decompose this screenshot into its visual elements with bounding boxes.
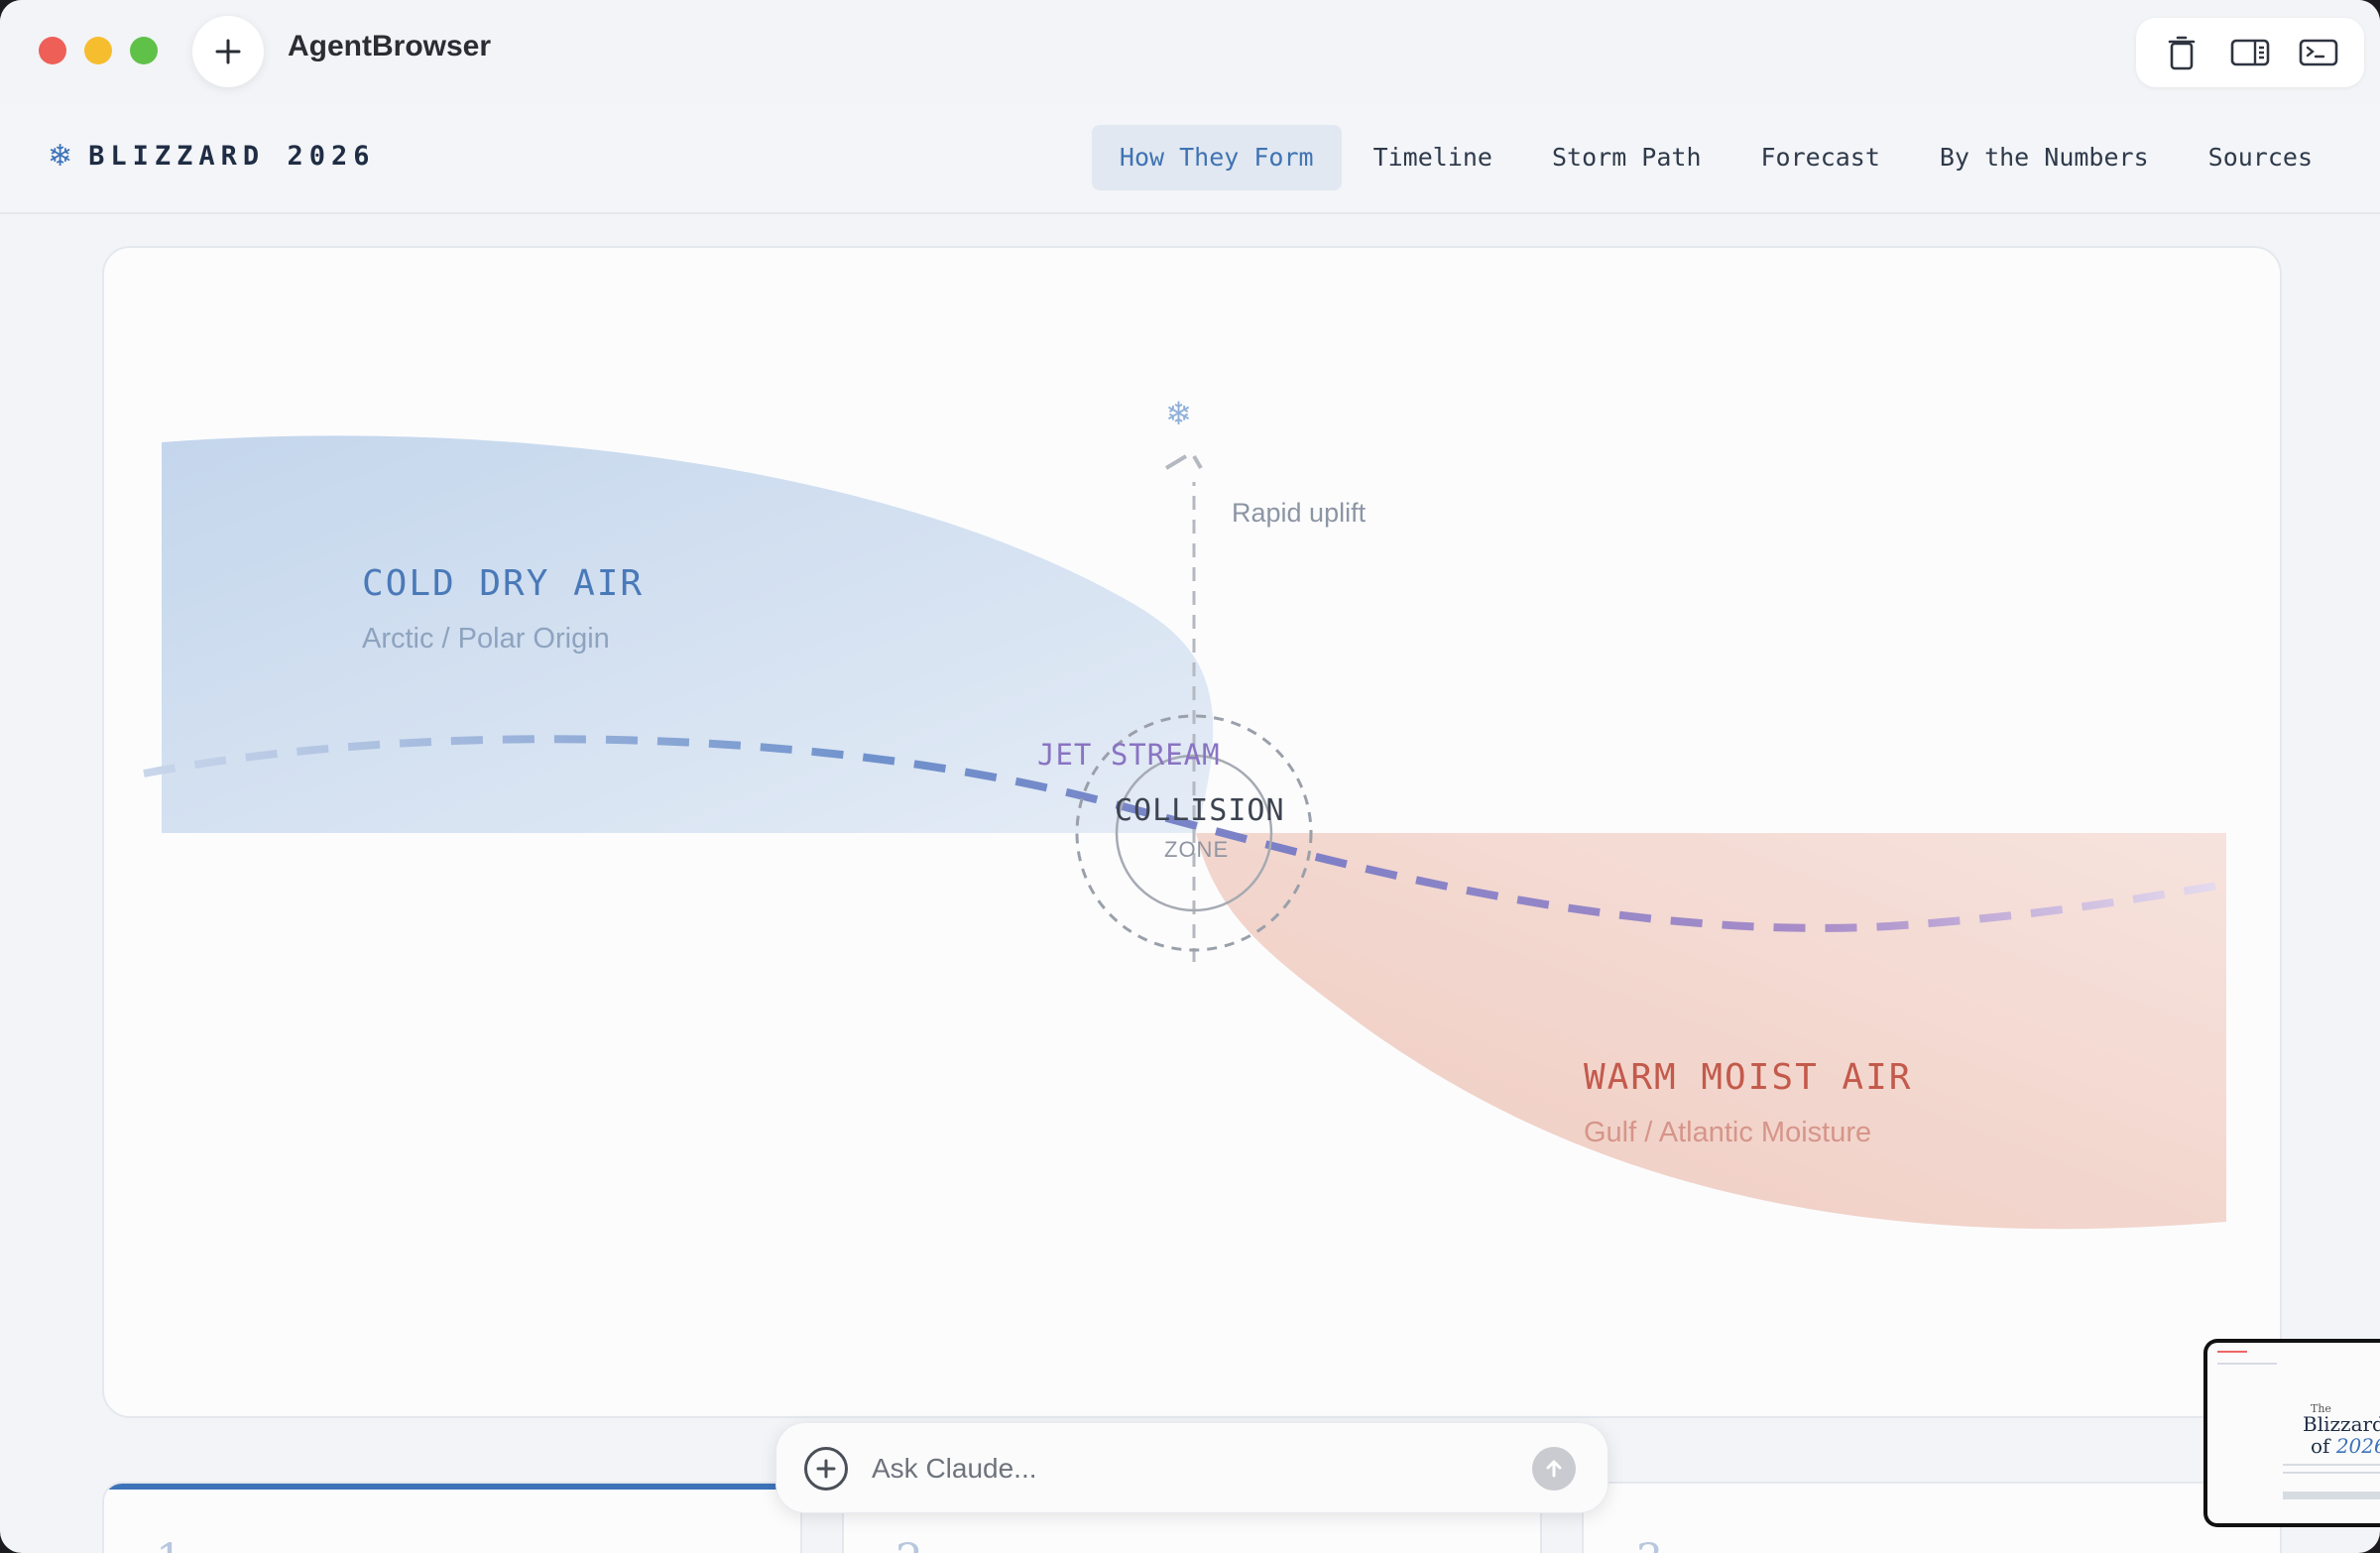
thumbnail-title-of: of (2311, 1434, 2336, 1458)
step-number: 1 (156, 1535, 183, 1553)
page-thumbnail-preview[interactable]: The Blizzard of 2026 (2203, 1339, 2380, 1527)
brand-name: BLIZZARD 2026 (88, 141, 376, 172)
cold-air-title: COLD DRY AIR (362, 563, 645, 604)
warm-air-title: WARM MOIST AIR (1584, 1057, 1913, 1098)
plus-icon (816, 1459, 836, 1479)
arrow-up-icon (1546, 1460, 1562, 1478)
step-card-1: 1 (102, 1482, 802, 1553)
thumbnail-title-line-3: of 2026 (2311, 1434, 2380, 1458)
thumbnail-text-line (2283, 1472, 2380, 1474)
attach-button[interactable] (804, 1447, 848, 1491)
zone-label: ZONE (1164, 837, 1230, 862)
maximize-window-button[interactable] (130, 37, 158, 64)
terminal-button[interactable] (2297, 31, 2340, 74)
nav-forecast[interactable]: Forecast (1733, 125, 1908, 190)
site-brand[interactable]: ❄ BLIZZARD 2026 (48, 139, 375, 174)
step-card-3: 3 (1582, 1482, 2282, 1553)
thumbnail-page: The Blizzard of 2026 (2207, 1343, 2380, 1523)
sidebar-icon (2230, 39, 2270, 66)
sidebar-toggle-button[interactable] (2228, 31, 2272, 74)
step-number: 3 (1635, 1535, 1663, 1553)
thumbnail-stats (2283, 1492, 2380, 1499)
plus-icon (215, 39, 241, 64)
nav-how-they-form[interactable]: How They Form (1091, 125, 1342, 190)
delete-button[interactable] (2160, 31, 2203, 74)
collision-label: COLLISION (1115, 793, 1285, 828)
thumbnail-text-line (2283, 1464, 2380, 1466)
site-header: ❄ BLIZZARD 2026 How They Form Timeline S… (0, 103, 2380, 214)
cold-air-subtitle: Arctic / Polar Origin (362, 623, 610, 655)
uplift-arrow-head (1164, 454, 1203, 470)
site-nav: How They Form Timeline Storm Path Foreca… (1088, 125, 2340, 190)
app-title: AgentBrowser (288, 30, 492, 62)
minimize-window-button[interactable] (84, 37, 112, 64)
jet-stream-label: JET STREAM (1037, 738, 1221, 772)
toolbar-group (2136, 18, 2364, 87)
nav-storm-path[interactable]: Storm Path (1524, 125, 1729, 190)
card-accent-bar (104, 1484, 800, 1490)
ask-claude-bar (775, 1422, 1608, 1513)
step-number: 2 (895, 1535, 923, 1553)
snowflake-icon: ❄ (48, 139, 73, 174)
warm-air-subtitle: Gulf / Atlantic Moisture (1584, 1117, 1872, 1148)
terminal-icon (2299, 39, 2337, 66)
browser-window: AgentBrowser ❄ BLIZZARD 2026 How They Fo… (0, 0, 2380, 1553)
air-mass-diagram (143, 435, 2227, 1230)
formation-diagram-card: ❄ COLD DRY AIR Arctic / Polar Origin Rap… (102, 246, 2282, 1418)
close-window-button[interactable] (39, 37, 66, 64)
new-tab-button[interactable] (192, 16, 264, 87)
trash-icon (2169, 36, 2196, 70)
nav-sources[interactable]: Sources (2181, 125, 2340, 190)
warm-air-mass (1196, 833, 2226, 1230)
thumbnail-nav (2217, 1363, 2277, 1365)
thumbnail-title-year: 2026 (2335, 1434, 2380, 1458)
cold-air-mass (162, 435, 1214, 833)
title-bar: AgentBrowser (0, 0, 2380, 103)
thumbnail-title-line-2: Blizzard (2303, 1412, 2380, 1436)
uplift-label: Rapid uplift (1232, 498, 1367, 528)
ask-input[interactable] (872, 1445, 1467, 1493)
nav-timeline[interactable]: Timeline (1346, 125, 1520, 190)
nav-by-the-numbers[interactable]: By the Numbers (1912, 125, 2177, 190)
send-button[interactable] (1532, 1447, 1576, 1491)
thumbnail-toolbar (2217, 1351, 2247, 1353)
snowflake-icon: ❄ (1165, 395, 1192, 432)
